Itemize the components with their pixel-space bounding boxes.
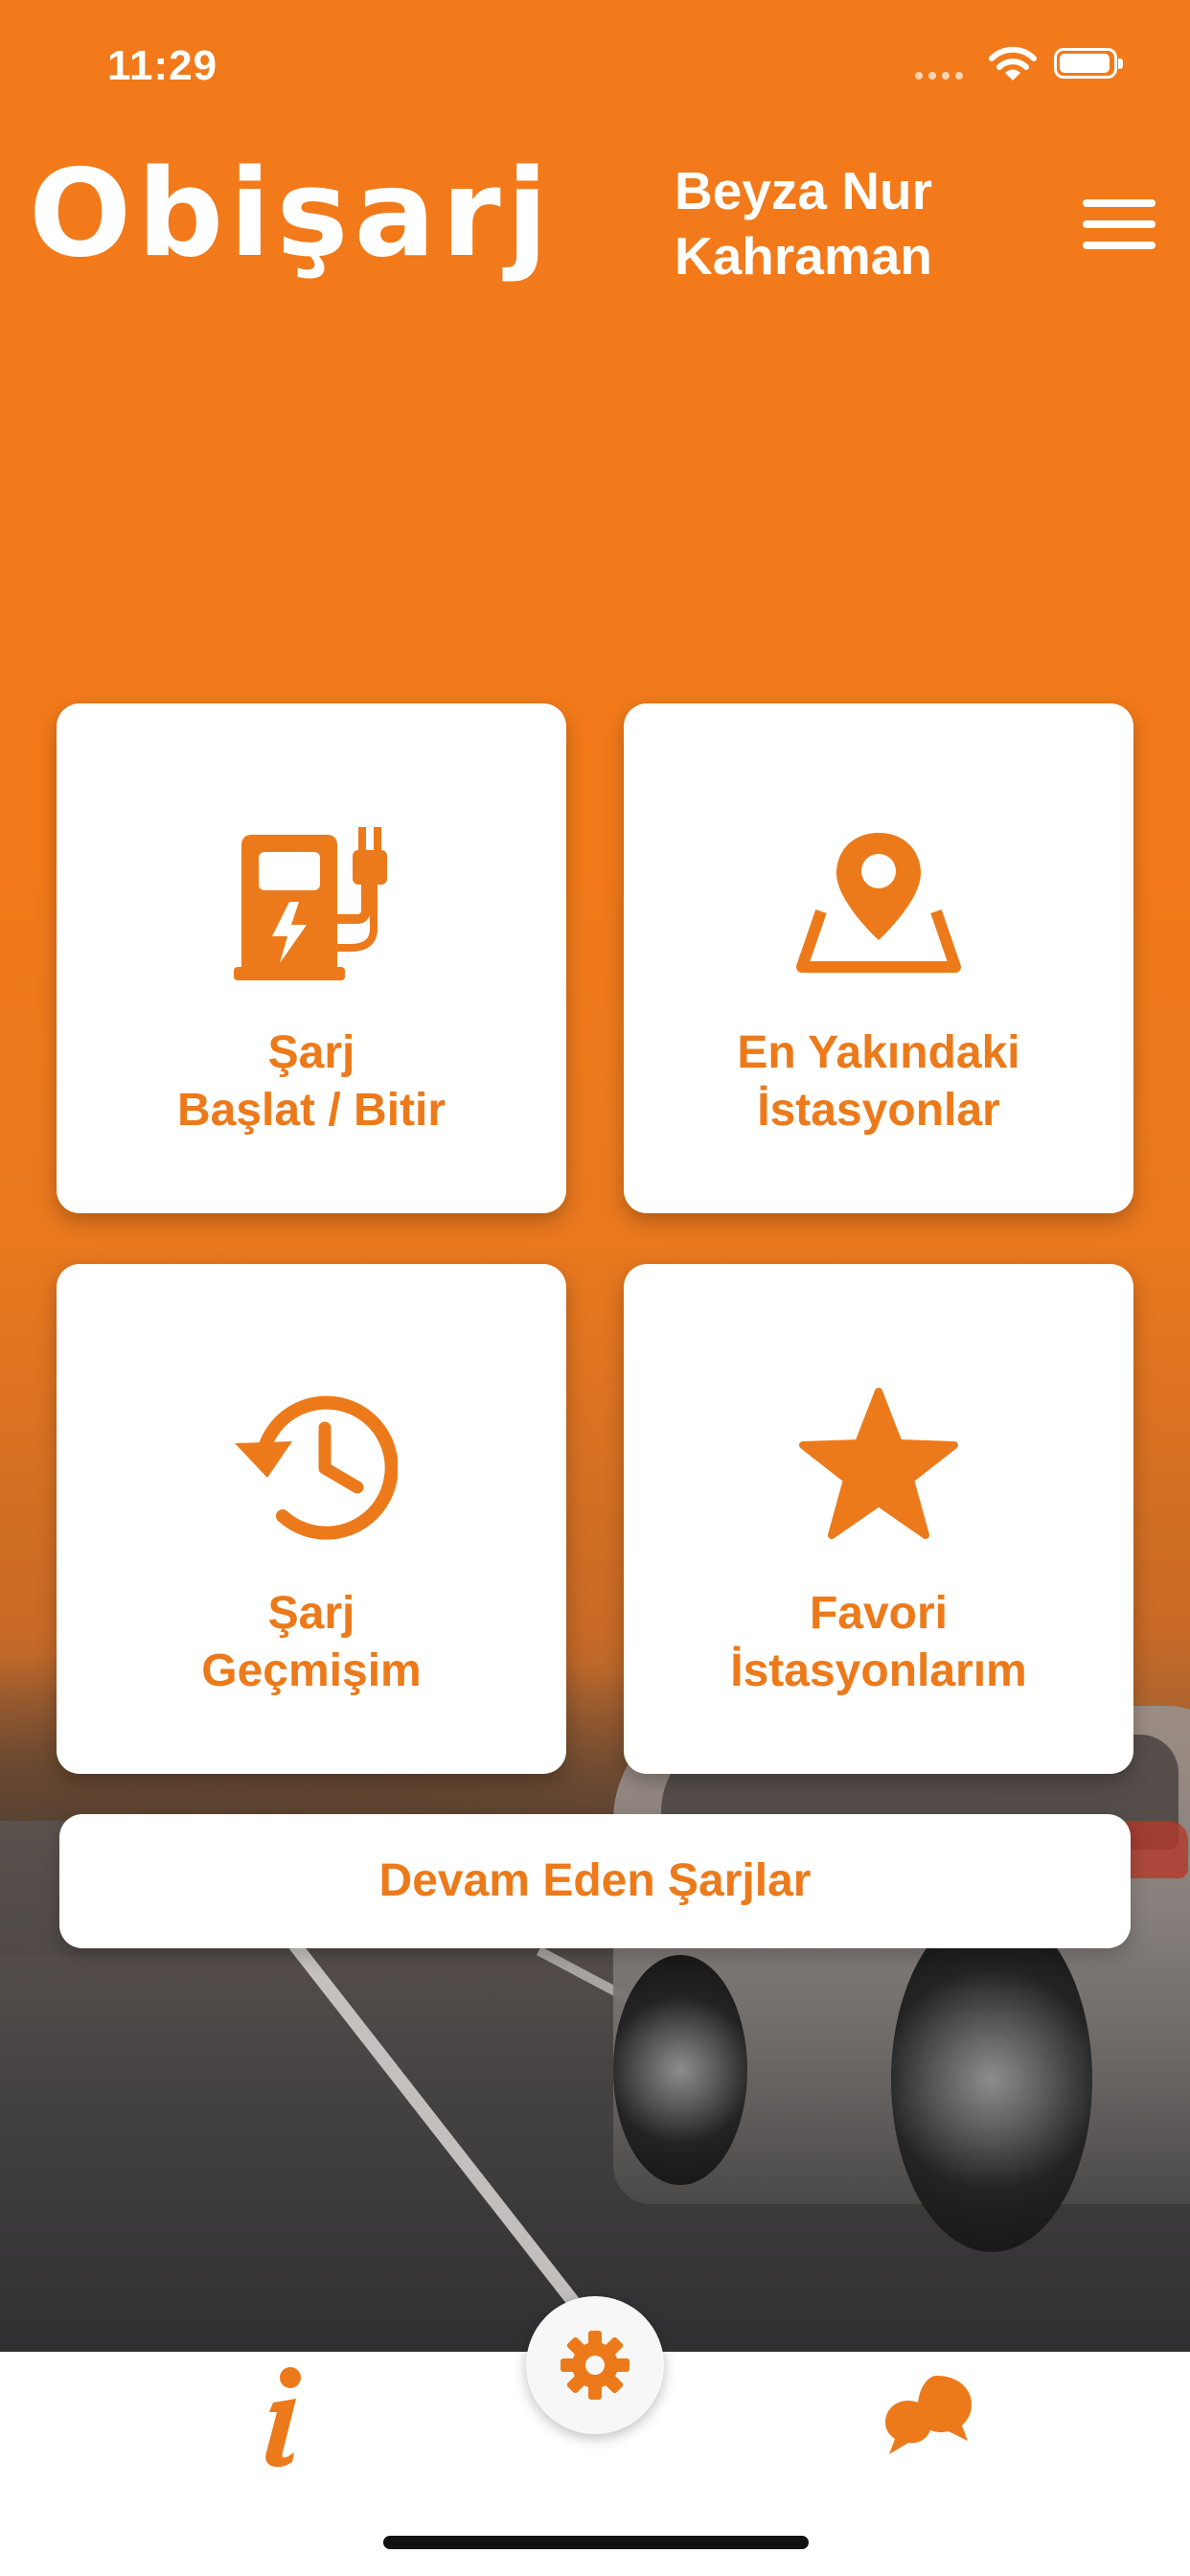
map-pin-icon (624, 823, 1133, 986)
hamburger-menu-icon[interactable] (1083, 199, 1156, 249)
charging-history-card[interactable]: Şarj Geçmişim (57, 1264, 566, 1774)
card-label-line1: En Yakındaki (737, 1027, 1020, 1078)
background-car-wheel (613, 1955, 747, 2185)
star-icon (624, 1384, 1133, 1547)
gear-icon[interactable] (526, 2296, 664, 2434)
card-label-line2: Geçmişim (201, 1645, 422, 1696)
background-car-wheel (891, 1907, 1092, 2252)
card-label-line2: Başlat / Bitir (176, 1085, 446, 1136)
card-label: Favori İstasyonlarım (624, 1585, 1133, 1700)
card-label-line2: İstasyonlarım (730, 1645, 1027, 1696)
card-label-line1: Şarj (267, 1588, 355, 1639)
chat-bubbles-icon[interactable] (872, 2358, 987, 2472)
info-icon[interactable] (230, 2359, 335, 2474)
card-label-line1: Şarj (267, 1027, 355, 1078)
start-stop-charging-card[interactable]: Şarj Başlat / Bitir (57, 703, 566, 1213)
user-name-line2: Kahraman (675, 226, 932, 286)
signal-icon (915, 67, 969, 84)
card-label: En Yakındaki İstasyonlar (624, 1024, 1133, 1139)
favorite-stations-card[interactable]: Favori İstasyonlarım (624, 1264, 1133, 1774)
card-label: Şarj Geçmişim (57, 1585, 566, 1700)
charging-station-icon (57, 823, 566, 986)
card-label: Şarj Başlat / Bitir (57, 1024, 566, 1139)
history-clock-icon (57, 1384, 566, 1547)
user-name[interactable]: Beyza Nur Kahraman (675, 158, 962, 288)
card-label-line2: İstasyonlar (757, 1085, 1000, 1136)
ongoing-charges-button[interactable]: Devam Eden Şarjlar (59, 1814, 1131, 1948)
status-time: 11:29 (107, 42, 218, 89)
user-name-line1: Beyza Nur (675, 161, 932, 220)
app-logo: Obişarj (29, 143, 554, 284)
wifi-icon (987, 46, 1039, 89)
nearest-stations-card[interactable]: En Yakındaki İstasyonlar (624, 703, 1133, 1213)
battery-icon (1054, 48, 1123, 79)
home-indicator (383, 2536, 809, 2549)
card-label-line1: Favori (809, 1588, 949, 1639)
